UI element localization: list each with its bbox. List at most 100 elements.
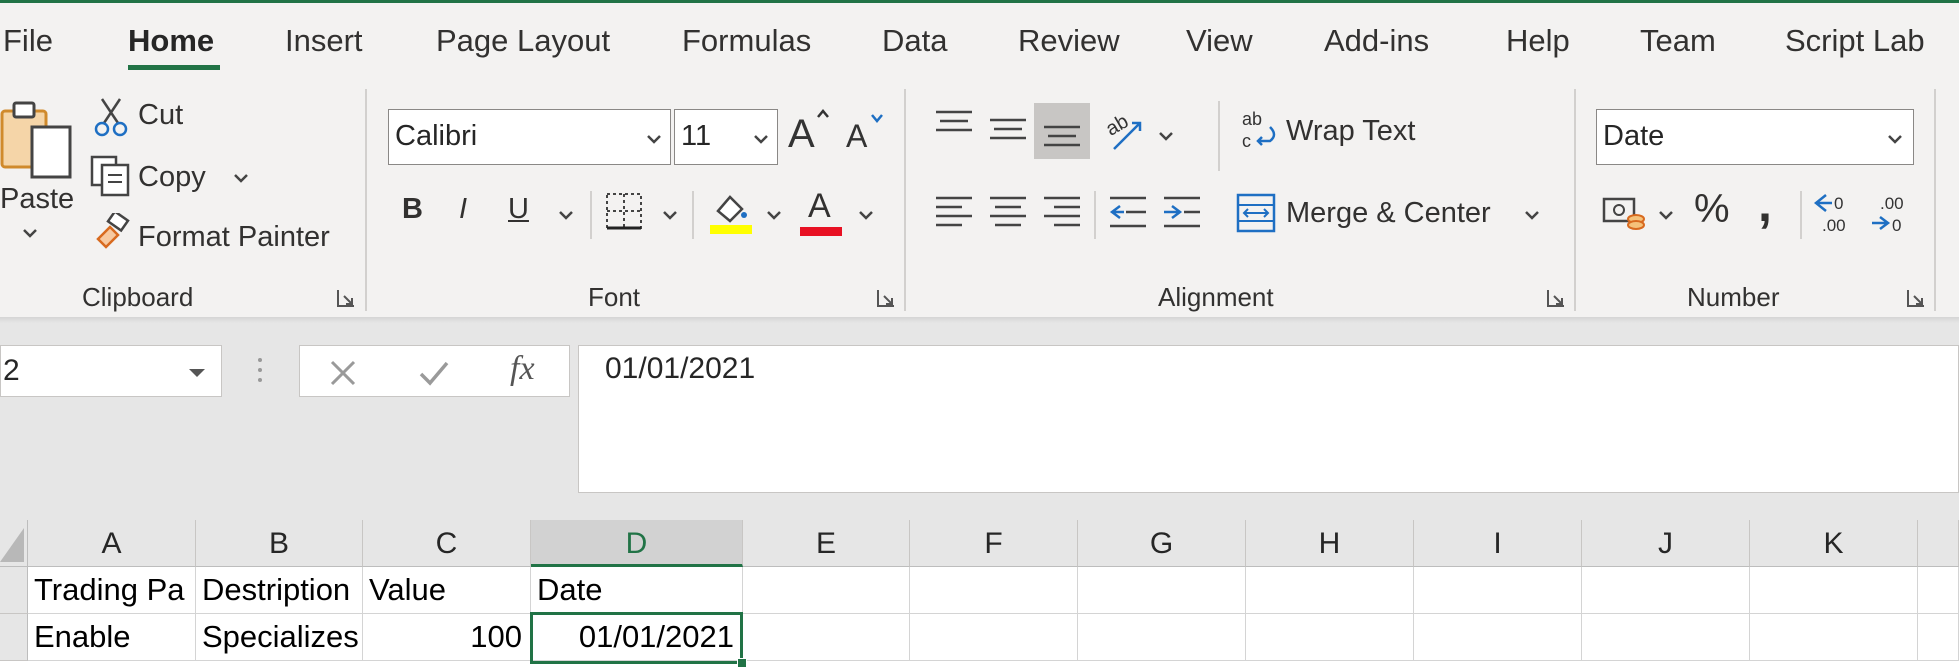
table-cell[interactable]: 100 [363,614,531,661]
orientation-icon[interactable]: ab [1102,109,1148,158]
comma-style-button[interactable]: , [1758,175,1772,233]
table-cell[interactable] [743,614,910,661]
fill-handle[interactable] [737,658,747,668]
paste-button[interactable]: Paste [0,183,74,216]
align-right-icon[interactable] [1042,195,1082,236]
column-header-a[interactable]: A [28,520,196,567]
column-header-f[interactable]: F [910,520,1078,567]
tab-data[interactable]: Data [882,23,947,59]
column-header-k[interactable]: K [1750,520,1918,567]
table-cell[interactable] [1078,567,1246,614]
row-header[interactable] [0,614,28,661]
table-cell[interactable]: Value [363,567,531,614]
column-header-h[interactable]: H [1246,520,1414,567]
table-cell[interactable] [1750,567,1918,614]
select-all-button[interactable] [0,520,28,567]
table-cell[interactable]: 01/01/2021 [531,614,743,661]
table-cell[interactable]: Enable [28,614,196,661]
formula-input[interactable]: 01/01/2021 [578,345,1959,493]
number-dialog-launcher-icon[interactable] [1906,288,1926,308]
underline-dropdown-chevron-icon[interactable] [558,208,574,226]
table-cell[interactable] [1582,567,1750,614]
table-cell[interactable]: Trading Pa [28,567,196,614]
borders-icon[interactable] [604,191,644,236]
align-center-icon[interactable] [988,195,1028,236]
tab-home[interactable]: Home [128,23,214,59]
table-cell[interactable] [910,614,1078,661]
borders-dropdown-chevron-icon[interactable] [662,208,678,226]
column-header-b[interactable]: B [196,520,363,567]
wrap-text-icon[interactable]: ab c [1240,109,1280,156]
decrease-indent-icon[interactable] [1108,195,1148,236]
percent-style-button[interactable]: % [1694,187,1730,232]
column-header-d[interactable]: D [531,520,743,567]
table-cell[interactable] [1414,567,1582,614]
cancel-icon[interactable] [328,358,358,393]
table-cell[interactable] [1414,614,1582,661]
name-box[interactable]: 2 [0,345,222,397]
orientation-dropdown-chevron-icon[interactable] [1158,129,1174,147]
copy-button[interactable]: Copy [138,161,206,194]
increase-font-size-icon[interactable]: A [786,107,832,158]
column-header-g[interactable]: G [1078,520,1246,567]
tab-help[interactable]: Help [1506,23,1570,59]
fill-color-dropdown-chevron-icon[interactable] [766,208,782,226]
wrap-text-button[interactable]: Wrap Text [1286,115,1415,148]
middle-align-icon[interactable] [988,117,1028,152]
decrease-font-size-icon[interactable]: A [844,111,890,162]
bold-button[interactable]: B [402,193,423,226]
table-cell[interactable]: Specializes [196,614,363,661]
bottom-align-icon[interactable] [1034,103,1090,159]
align-left-icon[interactable] [934,195,974,236]
font-size-dropdown[interactable]: 11 [674,109,778,165]
top-align-icon[interactable] [934,109,974,144]
tab-insert[interactable]: Insert [285,23,363,59]
tab-add-ins[interactable]: Add-ins [1324,23,1429,59]
merge-center-button[interactable]: Merge & Center [1286,197,1491,230]
italic-button[interactable]: I [459,193,467,226]
cut-button[interactable]: Cut [138,99,183,132]
tab-page-layout[interactable]: Page Layout [436,23,610,59]
enter-check-icon[interactable] [418,358,450,393]
alignment-dialog-launcher-icon[interactable] [1546,288,1566,308]
table-cell[interactable] [1750,614,1918,661]
formula-bar-grip-icon[interactable] [256,356,264,391]
font-color-dropdown-chevron-icon[interactable] [858,208,874,226]
table-cell[interactable] [1078,614,1246,661]
merge-center-dropdown-chevron-icon[interactable] [1524,208,1540,226]
table-cell[interactable] [743,567,910,614]
clipboard-dialog-launcher-icon[interactable] [336,288,356,308]
table-cell[interactable] [1582,614,1750,661]
table-cell[interactable] [910,567,1078,614]
column-header-j[interactable]: J [1582,520,1750,567]
table-cell[interactable]: Date [531,567,743,614]
tab-view[interactable]: View [1186,23,1253,59]
fill-color-icon[interactable] [710,189,752,240]
paste-dropdown-chevron-icon[interactable] [22,226,38,244]
accounting-dropdown-chevron-icon[interactable] [1658,208,1674,226]
tab-formulas[interactable]: Formulas [682,23,811,59]
name-box-dropdown-icon[interactable] [187,366,207,384]
column-header-c[interactable]: C [363,520,531,567]
accounting-format-icon[interactable] [1602,195,1646,236]
tab-file[interactable]: File [3,23,53,59]
tab-team[interactable]: Team [1640,23,1716,59]
number-format-dropdown[interactable]: Date [1596,109,1914,165]
table-cell[interactable] [1918,614,1959,661]
tab-script-lab[interactable]: Script Lab [1785,23,1925,59]
font-name-dropdown[interactable]: Calibri [388,109,671,165]
merge-center-icon[interactable] [1236,193,1276,238]
format-painter-button[interactable]: Format Painter [138,221,330,254]
table-cell[interactable] [1246,614,1414,661]
increase-indent-icon[interactable] [1162,195,1202,236]
decrease-decimal-icon[interactable]: .00 0 [1868,191,1912,240]
column-header-i[interactable]: I [1414,520,1582,567]
increase-decimal-icon[interactable]: 0 .00 [1812,191,1856,240]
font-dialog-launcher-icon[interactable] [876,288,896,308]
underline-button[interactable]: U [508,193,529,226]
copy-dropdown-chevron-icon[interactable] [233,171,249,189]
row-header[interactable] [0,567,28,614]
insert-function-button[interactable]: fx [510,350,535,388]
column-header-e[interactable]: E [743,520,910,567]
tab-review[interactable]: Review [1018,23,1120,59]
